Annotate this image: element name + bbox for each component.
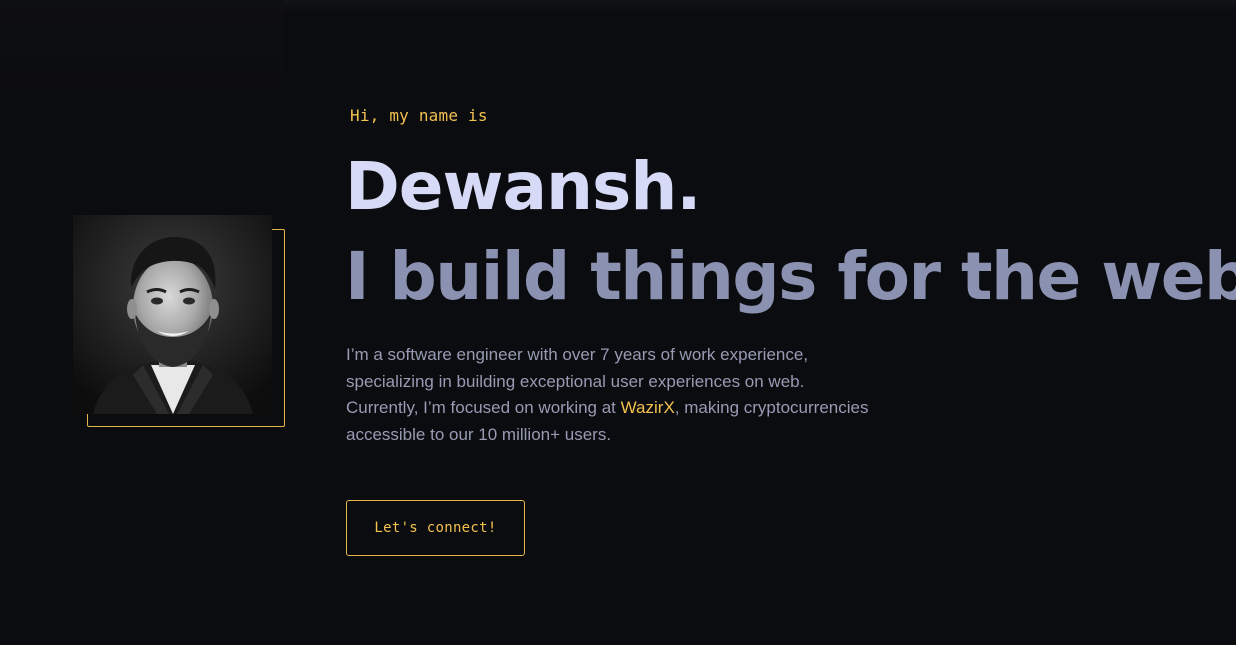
- profile-photo-container: [73, 215, 285, 427]
- bio-line-2: specializing in building exceptional use…: [346, 371, 805, 391]
- bio-line-3-end: , making cryptocurrencies: [674, 398, 869, 417]
- greeting-text: Hi, my name is: [350, 106, 488, 125]
- hero-tagline: I build things for the web.: [345, 238, 1236, 315]
- bio-line-3: Currently, I’m focused on working at Waz…: [346, 395, 906, 422]
- bio-paragraph: I’m a software engineer with over 7 year…: [346, 342, 906, 448]
- profile-photo: [73, 215, 272, 414]
- hero-name: Dewansh.: [345, 148, 701, 225]
- lets-connect-button[interactable]: Let's connect!: [346, 500, 525, 556]
- bio-line-4: accessible to our 10 million+ users.: [346, 424, 612, 444]
- top-shade: [284, 0, 1236, 14]
- bio-line-3-start: Currently, I’m focused on working at: [346, 398, 621, 417]
- portrait-illustration: [73, 215, 272, 414]
- bio-line-1: I’m a software engineer with over 7 year…: [346, 345, 809, 364]
- side-shade: [0, 0, 284, 96]
- wazirx-link[interactable]: WazirX: [621, 398, 675, 417]
